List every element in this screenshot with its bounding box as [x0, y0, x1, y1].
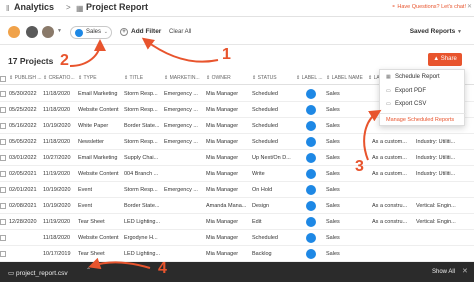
- annotation-arrows: [69, 37, 382, 270]
- callout-number: 1: [222, 46, 231, 63]
- annotation-arrow: [363, 109, 382, 161]
- callout-number: 3: [355, 158, 364, 175]
- callout-number: 2: [60, 52, 69, 69]
- callout-number: 4: [158, 260, 167, 277]
- annotation-arrow: [69, 39, 106, 67]
- annotation-arrow: [88, 257, 151, 270]
- annotation-arrow: [141, 37, 219, 63]
